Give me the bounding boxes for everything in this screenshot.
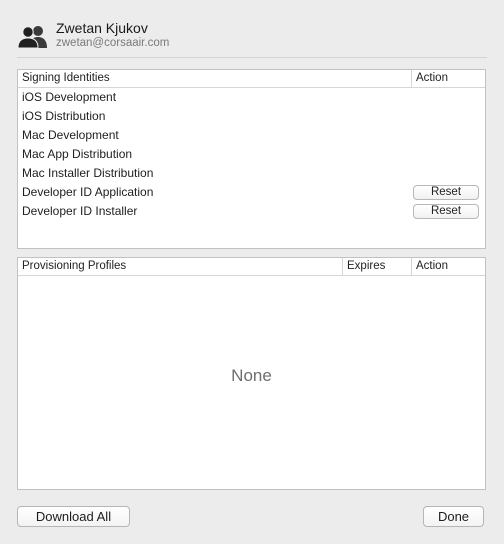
- table-row[interactable]: Mac Development: [18, 126, 485, 145]
- identity-name: Mac Development: [22, 128, 119, 142]
- account-email: zwetan@corsaair.com: [56, 37, 170, 49]
- signing-identities-rows: iOS Development iOS Distribution Mac Devel…: [18, 88, 485, 221]
- identity-name: iOS Development: [22, 90, 117, 104]
- download-all-button[interactable]: Download All: [17, 506, 130, 527]
- column-header-signing-identities[interactable]: Signing Identities: [18, 70, 412, 87]
- signing-identities-table[interactable]: Signing Identities Action iOS Developmen…: [17, 69, 486, 249]
- column-header-action[interactable]: Action: [411, 258, 485, 275]
- account-name: Zwetan Kjukov: [56, 20, 148, 36]
- table-row[interactable]: iOS Distribution: [18, 107, 485, 126]
- table-row[interactable]: Developer ID Application Reset: [18, 183, 485, 202]
- identity-name: iOS Distribution: [22, 109, 106, 123]
- table-row[interactable]: Developer ID Installer Reset: [18, 202, 485, 221]
- account-header: Zwetan Kjukov zwetan@corsaair.com: [17, 18, 487, 58]
- column-header-action[interactable]: Action: [411, 70, 485, 87]
- identity-name: Developer ID Application: [22, 185, 154, 199]
- header-divider: [17, 57, 487, 58]
- provisioning-profiles-table[interactable]: Provisioning Profiles Expires Action Non…: [17, 257, 486, 490]
- column-header-expires[interactable]: Expires: [342, 258, 412, 275]
- identity-name: Developer ID Installer: [22, 204, 138, 218]
- reset-button[interactable]: Reset: [413, 185, 479, 200]
- provisioning-profiles-header: Provisioning Profiles Expires Action: [18, 258, 485, 276]
- reset-button[interactable]: Reset: [413, 204, 479, 219]
- column-header-provisioning-profiles[interactable]: Provisioning Profiles: [18, 258, 343, 275]
- table-row[interactable]: Mac Installer Distribution: [18, 164, 485, 183]
- identity-name: Mac Installer Distribution: [22, 166, 154, 180]
- done-button[interactable]: Done: [423, 506, 484, 527]
- people-icon: [17, 26, 47, 48]
- empty-state-text: None: [231, 366, 272, 385]
- table-row[interactable]: Mac App Distribution: [18, 145, 485, 164]
- identity-name: Mac App Distribution: [22, 147, 133, 161]
- table-row[interactable]: iOS Development: [18, 88, 485, 107]
- signing-identities-header: Signing Identities Action: [18, 70, 485, 88]
